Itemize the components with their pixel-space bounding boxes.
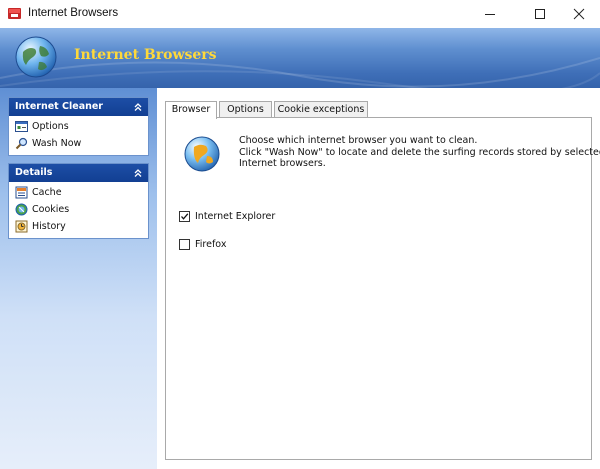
internet-explorer-checkbox[interactable] (179, 210, 190, 222)
close-icon (573, 8, 585, 20)
group-internet-cleaner: Internet Cleaner Options Wash Now (8, 97, 149, 156)
tab-options[interactable]: Options (219, 101, 272, 118)
collapse-icon[interactable] (132, 101, 144, 113)
tab-label: Cookie exceptions (277, 104, 365, 115)
checkmark-icon (181, 212, 189, 220)
app-icon (7, 6, 22, 21)
tab-label: Options (227, 104, 264, 115)
magnifier-icon (15, 137, 28, 150)
sidebar-item-history[interactable]: History (9, 218, 148, 235)
option-firefox[interactable]: Firefox (179, 237, 226, 251)
group-details: Details Cache Cookies History (8, 163, 149, 239)
firefox-checkbox[interactable] (179, 238, 190, 250)
history-icon (15, 220, 28, 233)
option-internet-explorer[interactable]: Internet Explorer (179, 209, 275, 223)
sidebar-item-label: History (32, 221, 66, 232)
sidebar-item-wash-now[interactable]: Wash Now (9, 135, 148, 152)
description-line: Click "Wash Now" to locate and delete th… (239, 146, 600, 158)
options-icon (15, 120, 28, 133)
sidebar-item-label: Cookies (32, 204, 70, 215)
description-text: Choose which internet browser you want t… (239, 135, 600, 170)
collapse-icon[interactable] (132, 167, 144, 179)
tab-cookie-exceptions[interactable]: Cookie exceptions (274, 101, 368, 118)
checkbox-label: Internet Explorer (195, 210, 276, 222)
maximize-icon (535, 9, 545, 19)
tab-browser[interactable]: Browser (165, 101, 217, 119)
cookies-icon (15, 203, 28, 216)
sidebar-item-label: Options (32, 121, 69, 132)
group-header-label: Internet Cleaner (15, 101, 103, 112)
checkbox-label: Firefox (195, 238, 227, 250)
tab-label: Browser (171, 104, 211, 115)
group-header-internet-cleaner[interactable]: Internet Cleaner (9, 98, 148, 116)
sidebar-item-label: Cache (32, 187, 62, 198)
banner-title: Internet Browsers (74, 47, 217, 63)
window-title: Internet Browsers (28, 7, 119, 19)
minimize-icon (485, 14, 495, 15)
globe-icon (13, 34, 59, 80)
sidebar-item-options[interactable]: Options (9, 118, 148, 135)
sidebar-item-cache[interactable]: Cache (9, 184, 148, 201)
maximize-button[interactable] (518, 0, 562, 28)
minimize-button[interactable] (468, 0, 512, 28)
title-bar[interactable]: Internet Browsers (0, 0, 600, 28)
group-header-label: Details (15, 167, 53, 178)
description-line: Choose which internet browser you want t… (239, 135, 478, 146)
description-line: Internet browsers. (239, 158, 326, 169)
sidebar-item-cookies[interactable]: Cookies (9, 201, 148, 218)
group-header-details[interactable]: Details (9, 164, 148, 182)
sidebar-item-label: Wash Now (32, 138, 82, 149)
browser-globe-icon (182, 134, 222, 174)
cache-icon (15, 186, 28, 199)
close-button[interactable] (557, 0, 600, 28)
header-banner: Internet Browsers (0, 28, 600, 88)
